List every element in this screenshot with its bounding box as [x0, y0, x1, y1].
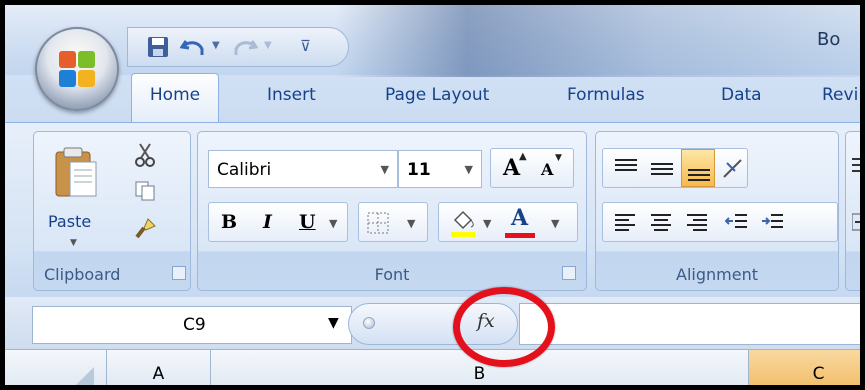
- underline-button[interactable]: U: [299, 211, 316, 233]
- fill-color-dropdown-icon[interactable]: ▼: [483, 217, 491, 230]
- grow-font-caret-icon: ▲: [519, 151, 527, 162]
- italic-button[interactable]: I: [263, 211, 272, 233]
- tab-home[interactable]: Home: [131, 73, 219, 123]
- name-box[interactable]: C9 ▼: [32, 306, 352, 344]
- tab-page-layout[interactable]: Page Layout: [385, 85, 489, 105]
- title-bar: ▼ ▼ ⊽ Bo: [5, 5, 860, 77]
- formula-bar-resize-handle[interactable]: [363, 317, 375, 329]
- shrink-font-caret-icon: ▼: [555, 153, 562, 163]
- font-name-dropdown-icon[interactable]: ▼: [381, 163, 389, 176]
- number-group-partial: [845, 131, 865, 291]
- undo-dropdown-arrow-icon[interactable]: ▼: [212, 40, 220, 51]
- redo-dropdown-arrow-icon: ▼: [264, 40, 272, 51]
- horizontal-align-buttons: [602, 202, 838, 242]
- font-size-dropdown-icon[interactable]: ▼: [465, 163, 473, 176]
- format-painter-icon[interactable]: [134, 216, 158, 240]
- vertical-align-buttons: [602, 148, 748, 188]
- align-top-icon[interactable]: [613, 157, 639, 179]
- window-title: Bo: [817, 29, 841, 50]
- clipboard-dialog-launcher-icon[interactable]: [172, 266, 186, 280]
- select-all-triangle-icon: [72, 367, 94, 385]
- bold-button[interactable]: B: [221, 211, 237, 233]
- text-style-buttons: B I U ▼: [208, 202, 348, 242]
- align-middle-icon[interactable]: [649, 157, 675, 179]
- grow-font-button[interactable]: A: [503, 155, 520, 181]
- undo-icon[interactable]: [180, 35, 206, 59]
- customize-toolbar-icon[interactable]: ⊽: [300, 37, 311, 55]
- font-color-swatch: [505, 233, 535, 238]
- highlight-circle-annotation: [453, 287, 555, 367]
- font-size-combo[interactable]: 11 ▼: [398, 150, 482, 188]
- font-color-dropdown-icon[interactable]: ▼: [551, 217, 559, 230]
- font-name-combo[interactable]: Calibri ▼: [208, 150, 398, 188]
- font-dialog-launcher-icon[interactable]: [562, 266, 576, 280]
- font-color-button[interactable]: A: [511, 205, 528, 231]
- align-center-icon[interactable]: [649, 212, 673, 234]
- name-box-dropdown-icon[interactable]: ▼: [328, 315, 339, 331]
- color-buttons: ▼ A ▼: [438, 202, 578, 242]
- underline-dropdown-icon[interactable]: ▼: [329, 217, 337, 230]
- column-header-row: A B C: [5, 349, 860, 385]
- increase-indent-icon[interactable]: [761, 212, 785, 234]
- borders-dropdown-icon[interactable]: ▼: [407, 217, 415, 230]
- borders-button[interactable]: ▼: [358, 202, 428, 242]
- office-logo-icon: [59, 51, 95, 87]
- excel-window: ▼ ▼ ⊽ Bo Home Insert Page Layout Formula…: [0, 0, 865, 390]
- wrap-text-icon[interactable]: [852, 156, 865, 178]
- paste-icon[interactable]: [52, 146, 100, 200]
- redo-icon: [234, 40, 258, 55]
- alignment-group-label: Alignment: [676, 265, 758, 284]
- merge-center-icon[interactable]: [852, 212, 865, 234]
- formula-bar: C9 ▼ fx: [5, 297, 860, 349]
- tab-review[interactable]: Revi: [822, 85, 858, 105]
- title-bar-shading: [335, 5, 860, 77]
- ribbon: Paste ▼ Clipboard Calibri ▼ 11 ▼ A ▲ A ▼…: [5, 122, 865, 297]
- shrink-font-button[interactable]: A: [541, 160, 553, 179]
- tab-formulas[interactable]: Formulas: [567, 85, 645, 105]
- column-header-a[interactable]: A: [107, 350, 211, 385]
- align-bottom-icon: [688, 169, 710, 181]
- alignment-group: Alignment: [595, 131, 839, 291]
- formula-input[interactable]: [519, 303, 860, 345]
- font-name-value: Calibri: [217, 160, 272, 180]
- name-box-value: C9: [183, 315, 206, 335]
- align-bottom-button[interactable]: [681, 149, 715, 187]
- clipboard-group-label: Clipboard: [44, 265, 121, 284]
- quick-access-toolbar: ▼ ▼ ⊽: [127, 27, 349, 67]
- align-left-icon[interactable]: [613, 212, 637, 234]
- clipboard-group: Paste ▼ Clipboard: [33, 131, 191, 291]
- font-group: Calibri ▼ 11 ▼ A ▲ A ▼ B I U ▼ ▼ ▼ A ▼ F…: [197, 131, 587, 291]
- borders-icon: [367, 212, 389, 234]
- orientation-icon[interactable]: [721, 157, 747, 181]
- select-all-button[interactable]: [32, 350, 107, 385]
- font-group-label: Font: [374, 265, 410, 284]
- decrease-indent-icon[interactable]: [725, 212, 749, 234]
- fill-color-icon[interactable]: [449, 208, 477, 238]
- tab-data[interactable]: Data: [721, 85, 762, 105]
- tab-insert[interactable]: Insert: [267, 85, 316, 105]
- grow-shrink-font-group: A ▲ A ▼: [490, 148, 574, 188]
- paste-dropdown-arrow-icon[interactable]: ▼: [70, 238, 77, 248]
- cut-icon[interactable]: [134, 142, 156, 168]
- font-size-value: 11: [407, 160, 431, 180]
- align-right-icon[interactable]: [685, 212, 709, 234]
- save-icon[interactable]: [146, 35, 170, 59]
- copy-icon[interactable]: [134, 180, 156, 202]
- office-button[interactable]: [35, 27, 119, 111]
- column-header-c[interactable]: C: [749, 350, 860, 385]
- paste-button-label[interactable]: Paste: [48, 212, 91, 231]
